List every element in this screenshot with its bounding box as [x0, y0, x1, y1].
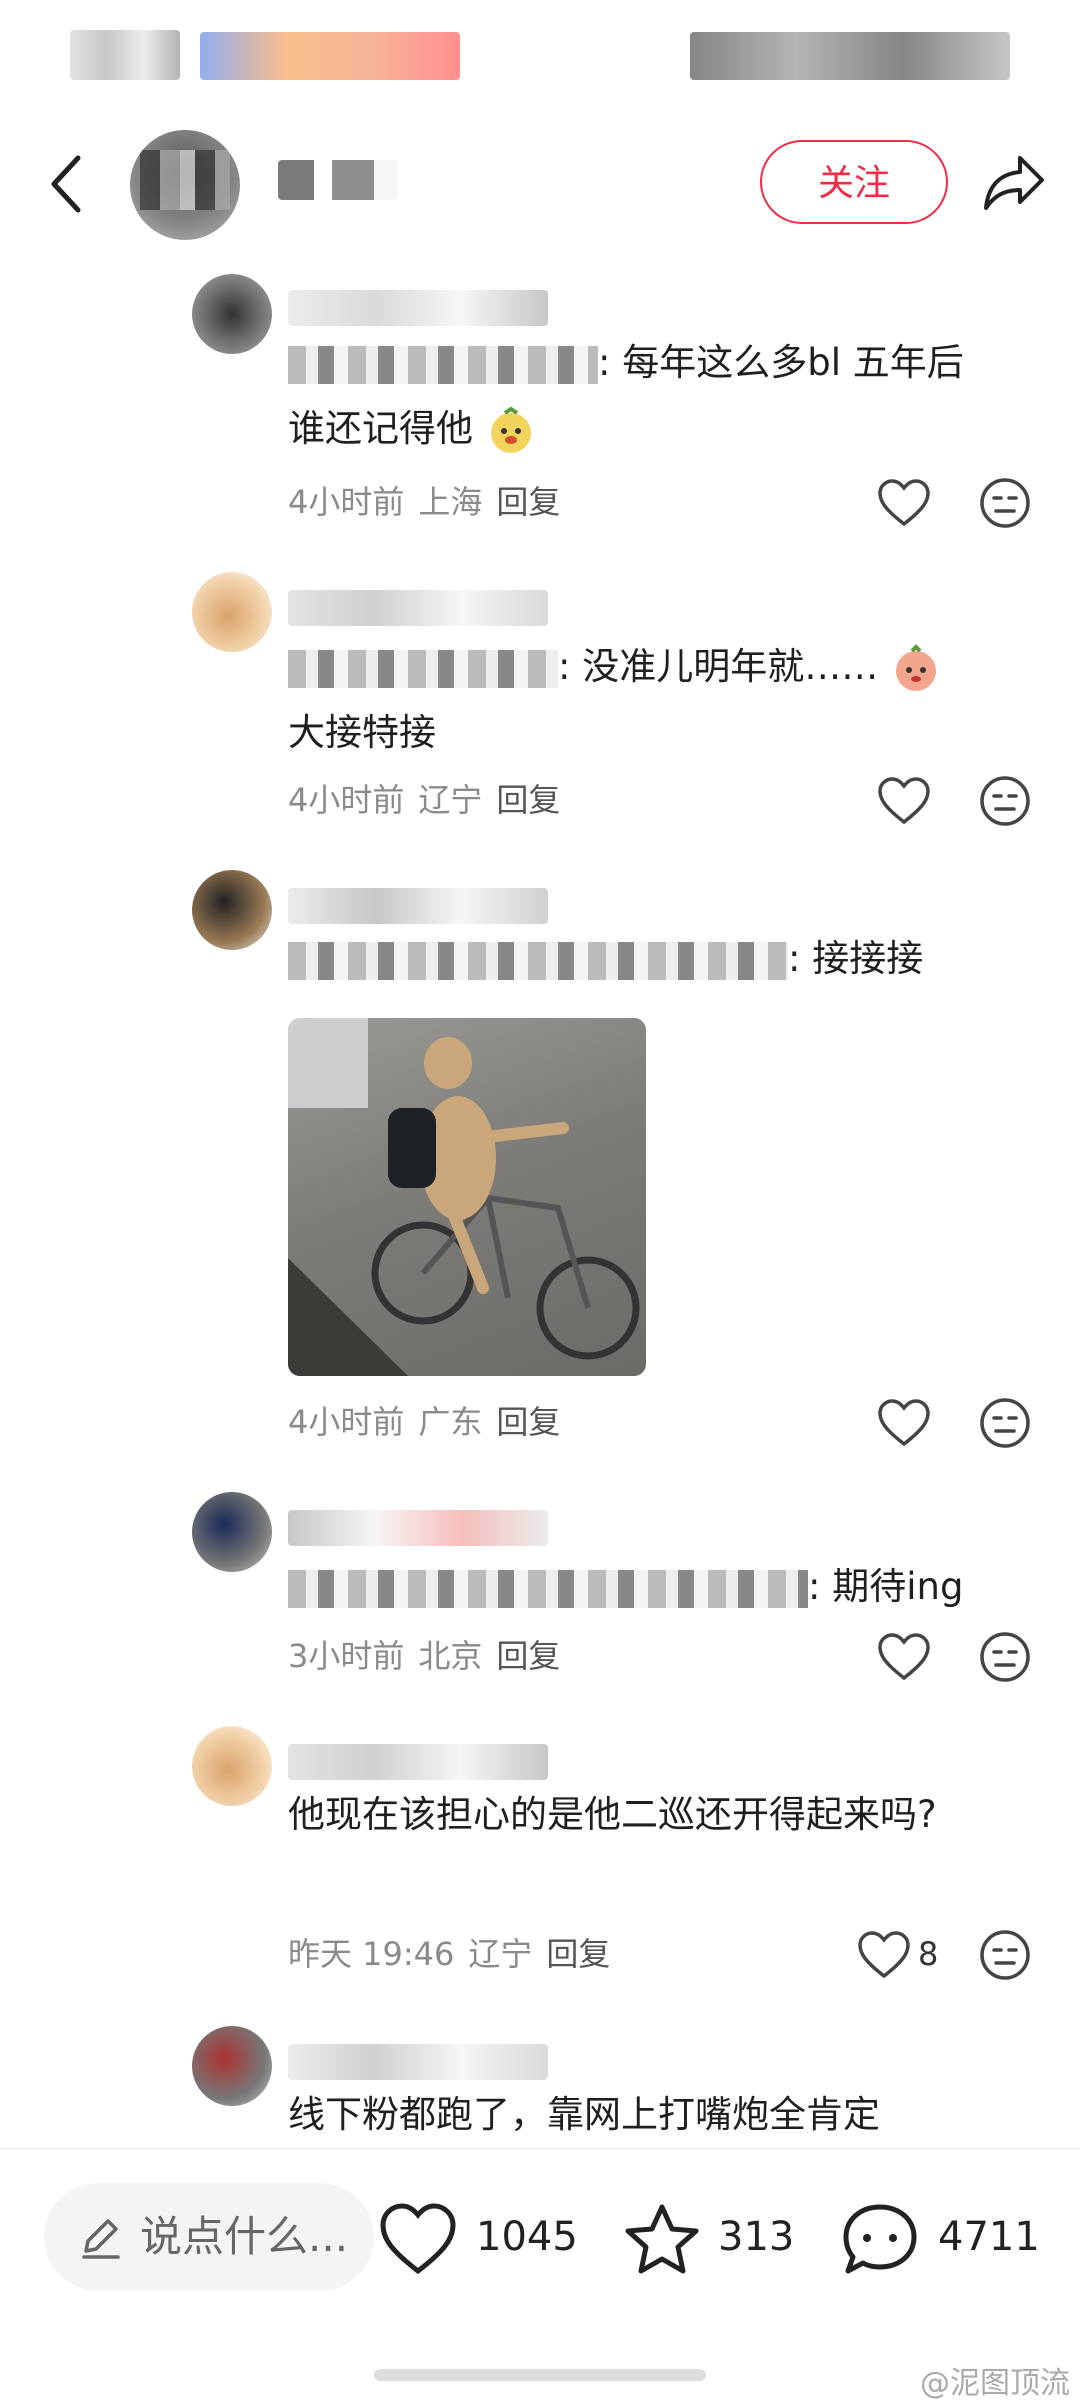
username-obscured[interactable] [288, 590, 548, 626]
emoji-icon[interactable] [978, 1630, 1032, 1684]
watermark: @泥图顶流 [920, 2366, 1070, 2401]
emoji-icon[interactable] [978, 774, 1032, 828]
comment-image-dog-on-bicycle[interactable] [288, 1018, 646, 1376]
username-obscured[interactable] [288, 888, 548, 924]
comment-input-placeholder: 说点什么... [140, 2212, 349, 2261]
heart-icon[interactable] [876, 1632, 932, 1682]
status-time-obscured [70, 30, 180, 80]
heart-icon[interactable] [876, 1398, 932, 1448]
comment-text: : 没准儿明年就…… 大接特接 [288, 634, 988, 766]
comment-meta: 3小时前 北京 回复 [288, 1636, 574, 1676]
comment-time: 4小时前 [288, 483, 405, 521]
reply-target-obscured [288, 345, 598, 384]
heart-icon[interactable] [856, 1930, 912, 1980]
emoji-sticker-icon [490, 406, 531, 453]
bottom-action-bar: 说点什么... 1045 313 4711 [0, 2148, 1080, 2404]
comment-input[interactable]: 说点什么... [44, 2183, 374, 2291]
avatar[interactable] [192, 2026, 272, 2106]
reply-button[interactable]: 回复 [496, 483, 560, 521]
reply-button[interactable]: 回复 [496, 1637, 560, 1675]
share-icon[interactable] [980, 148, 1048, 216]
status-system-icons [690, 32, 1010, 80]
status-notification-icons [200, 32, 460, 80]
emoji-icon[interactable] [978, 1396, 1032, 1450]
emoji-sticker-icon [896, 643, 936, 691]
chat-bubble-icon[interactable] [840, 2201, 920, 2277]
home-indicator[interactable] [374, 2369, 706, 2381]
avatar[interactable] [192, 274, 272, 354]
emoji-icon[interactable] [978, 1928, 1032, 1982]
comment-meta: 4小时前 辽宁 回复 [288, 780, 574, 820]
reply-button[interactable]: 回复 [546, 1935, 610, 1973]
comment-text: : 接接接 [288, 926, 988, 992]
comment-meta: 4小时前 上海 回复 [288, 482, 574, 522]
status-bar [0, 0, 1080, 120]
author-name-obscured[interactable] [278, 160, 398, 200]
comment-time: 3小时前 [288, 1637, 405, 1675]
comment-text: : 期待ing [288, 1554, 988, 1620]
reply-target-obscured [288, 649, 558, 688]
username-obscured[interactable] [288, 1744, 548, 1780]
emoji-icon[interactable] [978, 476, 1032, 530]
avatar[interactable] [192, 1492, 272, 1572]
comment-meta: 昨天 19:46 辽宁 回复 [288, 1934, 624, 1974]
reply-button[interactable]: 回复 [496, 781, 560, 819]
comment-location: 上海 [418, 483, 483, 521]
dog-bicycle-illustration [288, 1018, 640, 1376]
comment-text: 他现在该担心的是他二巡还开得起来吗? [288, 1793, 937, 1836]
avatar[interactable] [192, 1726, 272, 1806]
follow-button[interactable]: 关注 [760, 140, 948, 224]
comment-time: 昨天 19:46 [288, 1935, 455, 1973]
pencil-icon [82, 2219, 120, 2259]
avatar[interactable] [192, 870, 272, 950]
username-obscured[interactable] [288, 2044, 548, 2080]
reply-target-obscured [288, 1569, 808, 1608]
username-obscured[interactable] [288, 1510, 548, 1546]
comment-location: 辽宁 [468, 1935, 533, 1973]
avatar[interactable] [192, 572, 272, 652]
heart-icon[interactable] [876, 776, 932, 826]
comment-location: 辽宁 [418, 781, 483, 819]
star-icon[interactable] [622, 2201, 702, 2277]
comment-time: 4小时前 [288, 781, 405, 819]
post-comment-count: 4711 [938, 2214, 1040, 2260]
comment-text: : 每年这么多bl 五年后谁还记得他 [288, 330, 988, 462]
comment-time: 4小时前 [288, 1403, 405, 1441]
username-obscured[interactable] [288, 290, 548, 326]
comment-location: 广东 [418, 1403, 483, 1441]
heart-icon[interactable] [378, 2201, 458, 2277]
reply-target-obscured [288, 941, 788, 980]
reply-button[interactable]: 回复 [496, 1403, 560, 1441]
like-count: 8 [918, 1935, 939, 1973]
post-favorite-count: 313 [718, 2214, 795, 2260]
comment-meta: 4小时前 广东 回复 [288, 1402, 574, 1442]
comment-text: 线下粉都跑了，靠网上打嘴炮全肯定 [288, 2093, 880, 2136]
post-like-count: 1045 [476, 2214, 578, 2260]
back-arrow-icon[interactable] [44, 152, 88, 216]
heart-icon[interactable] [876, 478, 932, 528]
comment-location: 北京 [418, 1637, 483, 1675]
author-avatar[interactable] [130, 130, 240, 240]
header-bar: 关注 [0, 120, 1080, 250]
